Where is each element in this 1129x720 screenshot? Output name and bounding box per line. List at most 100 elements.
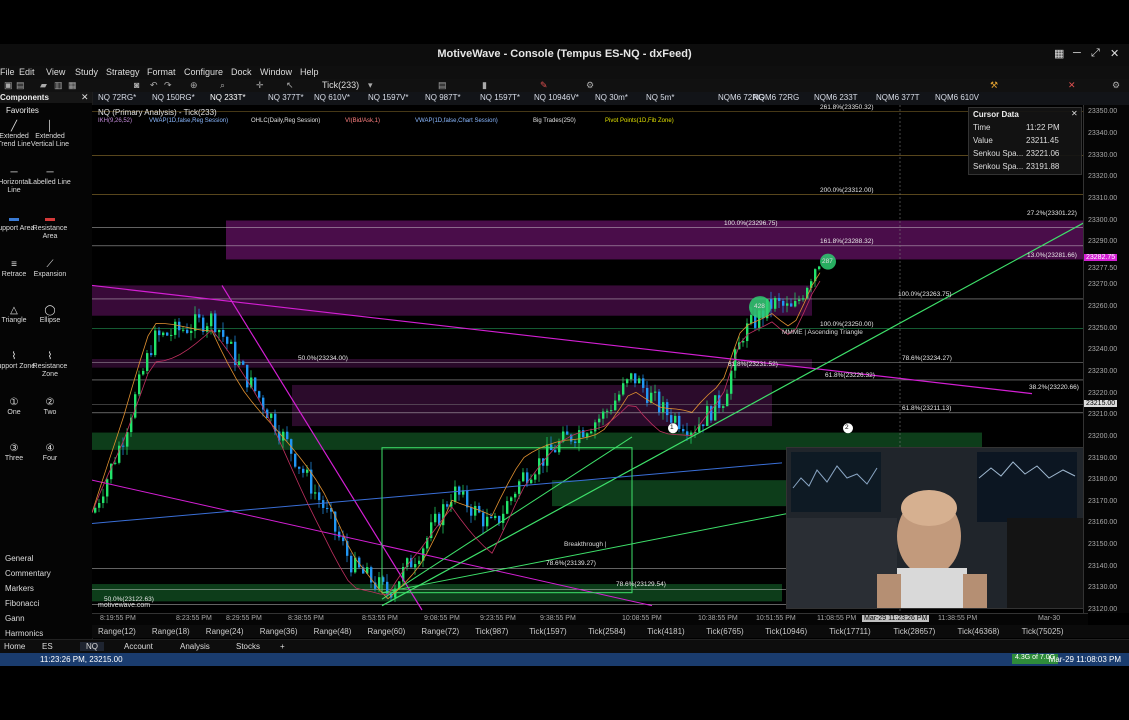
study-label[interactable]: VWAP(1D,false,Chart Session) (415, 118, 498, 124)
study-label[interactable]: Pivot Points(1D,Fib Zone) (605, 118, 674, 124)
menu-window[interactable]: Window (260, 67, 292, 77)
tab-nq[interactable]: NQ (80, 642, 104, 651)
tab-stocks[interactable]: Stocks (236, 642, 260, 651)
close-icon[interactable]: ✕ (1071, 109, 1078, 118)
layout-icon[interactable]: ▦ (1054, 47, 1064, 60)
menu-file[interactable]: File (0, 67, 15, 77)
chart-tab[interactable]: NQ 1597V* (368, 93, 408, 102)
menu-help[interactable]: Help (300, 67, 319, 77)
menu-format[interactable]: Format (147, 67, 176, 77)
chart-tab[interactable]: NQ 233T* (210, 93, 246, 102)
add-tab-icon[interactable]: + (280, 642, 285, 651)
bar-size-select[interactable]: Tick(233) (322, 80, 359, 90)
chart-icon[interactable]: ▥ (54, 80, 63, 91)
tool-two[interactable]: ② Two (28, 398, 72, 417)
save-icon[interactable]: ▣ (4, 80, 13, 91)
chart-tab[interactable]: NQ 1597T* (480, 93, 520, 102)
grid-icon[interactable]: ▤ (438, 80, 447, 91)
chart-tab[interactable]: NQ 72RG* (98, 93, 136, 102)
remove-icon[interactable]: ✕ (1068, 80, 1076, 91)
undo-icon[interactable]: ↶ (150, 80, 158, 91)
pattern-box[interactable] (381, 447, 633, 594)
close-button[interactable]: ✕ (1110, 47, 1119, 60)
bar-type-option[interactable]: Range(12) (98, 627, 136, 636)
cursor-icon[interactable]: ↖ (286, 80, 294, 91)
crosshair-icon[interactable]: ✛ (256, 80, 264, 91)
draw-icon[interactable]: ✎ (540, 80, 548, 91)
bar-type-option[interactable]: Tick(987) (475, 627, 508, 636)
category-commentary[interactable]: Commentary (5, 569, 51, 578)
chart-tab[interactable]: NQ 10946V* (534, 93, 579, 102)
chart-tab[interactable]: NQ 30m* (595, 93, 628, 102)
menu-strategy[interactable]: Strategy (106, 67, 140, 77)
bar-type-option[interactable]: Tick(46368) (958, 627, 1000, 636)
chart-tab[interactable]: NQM6 610V (935, 93, 979, 102)
category-harmonics[interactable]: Harmonics (5, 629, 43, 638)
gear-icon[interactable]: ⚙ (1112, 80, 1120, 91)
bar-type-option[interactable]: Tick(10946) (765, 627, 807, 636)
redo-icon[interactable]: ↷ (164, 80, 172, 91)
tab-home[interactable]: Home (4, 642, 25, 651)
tool-resistance-area[interactable]: ▬ Resistance Area (28, 214, 72, 241)
study-label[interactable]: VWAP(1D,false,Reg Session) (149, 118, 228, 124)
close-icon[interactable]: ✕ (81, 92, 89, 103)
chart-tab[interactable]: NQM6 377T (876, 93, 920, 102)
chart-tab[interactable]: NQM6 233T (814, 93, 858, 102)
bar-type-option[interactable]: Tick(1597) (529, 627, 567, 636)
tool-resistance-zone[interactable]: ⌇ Resistance Zone (28, 352, 72, 379)
trend-line[interactable] (381, 436, 633, 600)
category-markers[interactable]: Markers (5, 584, 34, 593)
menu-view[interactable]: View (46, 67, 65, 77)
bar-type-option[interactable]: Tick(4181) (647, 627, 685, 636)
tool-labelled-line[interactable]: ─ Labelled Line (28, 168, 72, 187)
chart-tab[interactable]: NQ 5m* (646, 93, 674, 102)
chart-tab[interactable]: NQ 150RG* (152, 93, 195, 102)
menu-study[interactable]: Study (75, 67, 98, 77)
settings-icon[interactable]: ⚙ (586, 80, 594, 91)
zoom-icon[interactable]: ⌕ (220, 80, 225, 91)
tool-expansion[interactable]: ⟋ Expansion (28, 260, 72, 279)
category-gann[interactable]: Gann (5, 614, 25, 623)
bar-type-option[interactable]: Tick(17711) (829, 627, 870, 636)
tab-account[interactable]: Account (124, 642, 153, 651)
study-label[interactable]: Big Trades(250) (533, 118, 576, 124)
menu-dock[interactable]: Dock (231, 67, 252, 77)
camera-icon[interactable]: ◙ (134, 80, 139, 90)
bar-type-option[interactable]: Range(60) (368, 627, 406, 636)
bar-type-option[interactable]: Tick(28657) (893, 627, 935, 636)
tool-four[interactable]: ④ Four (28, 444, 72, 463)
folder-icon[interactable]: ▰ (40, 80, 47, 91)
bar-type-option[interactable]: Range(18) (152, 627, 190, 636)
bar-type-option[interactable]: Range(48) (314, 627, 352, 636)
bar-type-option[interactable]: Range(72) (421, 627, 459, 636)
open-icon[interactable]: ▤ (16, 80, 25, 91)
bar-type-option[interactable]: Range(24) (206, 627, 244, 636)
category-fibonacci[interactable]: Fibonacci (5, 599, 39, 608)
price-axis[interactable]: 23350.00 23340.00 23330.00 23320.00 23310.00… (1083, 105, 1129, 613)
bar-type-option[interactable]: Tick(2584) (588, 627, 626, 636)
tool-extended-vertical-line[interactable]: │ Extended Vertical Line (28, 122, 72, 149)
zoom-in-icon[interactable]: ⊕ (190, 80, 198, 91)
bar-type-option[interactable]: Tick(6765) (706, 627, 744, 636)
maximize-button[interactable]: ⤢ (1091, 47, 1100, 60)
tools-icon[interactable]: ⚒ (990, 80, 998, 91)
chart-tab[interactable]: NQ 987T* (425, 93, 461, 102)
bar-type-option[interactable]: Range(36) (260, 627, 298, 636)
category-general[interactable]: General (5, 554, 33, 563)
chart-tab[interactable]: NQ 377T* (268, 93, 304, 102)
chevron-down-icon[interactable]: ▾ (368, 80, 373, 91)
tab-es[interactable]: ES (42, 642, 53, 651)
print-icon[interactable]: ▦ (68, 80, 77, 91)
tool-ellipse[interactable]: ◯ Ellipse (28, 306, 72, 325)
study-label[interactable]: VI(Bid/Ask,1) (345, 118, 380, 124)
menu-edit[interactable]: Edit (19, 67, 35, 77)
study-label[interactable]: IKH(9,26,52) (98, 118, 132, 124)
minimize-button[interactable]: ─ (1073, 47, 1081, 59)
menu-configure[interactable]: Configure (184, 67, 223, 77)
chart-tab[interactable]: NQM6 72RG (753, 93, 799, 102)
tab-analysis[interactable]: Analysis (180, 642, 210, 651)
bar-style-icon[interactable]: ▮ (482, 80, 487, 91)
study-label[interactable]: OHLC(Daily,Reg Session) (251, 118, 320, 124)
bar-type-option[interactable]: Tick(75025) (1022, 627, 1064, 636)
chart-tab[interactable]: NQ 610V* (314, 93, 350, 102)
